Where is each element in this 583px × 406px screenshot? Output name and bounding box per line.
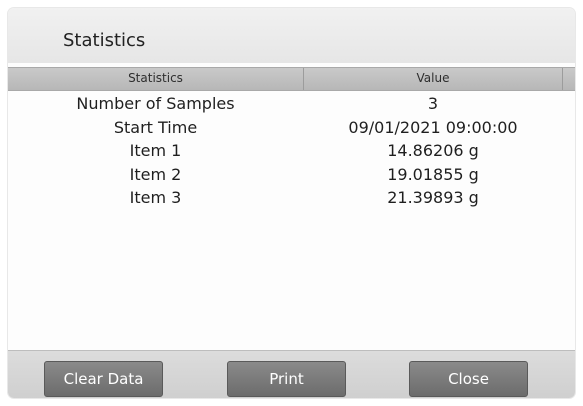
- table-row: Number of Samples 3: [8, 94, 575, 118]
- table-row: Item 3 21.39893 g: [8, 188, 575, 212]
- row-label: Start Time: [113, 117, 198, 137]
- row-value: 09/01/2021 09:00:00: [348, 117, 518, 137]
- title-bar: Statistics: [8, 8, 575, 63]
- page-title: Statistics: [63, 30, 146, 51]
- row-label: Item 1: [129, 141, 182, 160]
- row-label: Number of Samples: [76, 94, 235, 113]
- statistics-dialog: Statistics Statistics Value Number of Sa…: [8, 8, 575, 398]
- column-header-statistics: Statistics: [128, 71, 183, 85]
- print-button[interactable]: Print: [227, 361, 346, 397]
- close-button[interactable]: Close: [409, 361, 528, 397]
- table-row: Item 1 14.86206 g: [8, 141, 575, 165]
- column-header-value: Value: [416, 71, 450, 85]
- column-divider: [562, 68, 563, 90]
- row-value: 19.01855 g: [387, 164, 479, 184]
- table-header: Statistics Value: [8, 67, 575, 91]
- table-row: Start Time 09/01/2021 09:00:00: [8, 118, 575, 142]
- row-label: Item 2: [129, 164, 182, 184]
- table-row: Item 2 19.01855 g: [8, 165, 575, 189]
- row-value: 3: [427, 94, 439, 113]
- row-label: Item 3: [129, 188, 182, 207]
- button-bar: Clear Data Print Close: [8, 350, 575, 398]
- clear-data-button[interactable]: Clear Data: [44, 361, 163, 397]
- row-value: 14.86206 g: [387, 141, 479, 160]
- statistics-table-body: Number of Samples 3 Start Time 09/01/202…: [8, 94, 575, 212]
- row-value: 21.39893 g: [387, 188, 479, 207]
